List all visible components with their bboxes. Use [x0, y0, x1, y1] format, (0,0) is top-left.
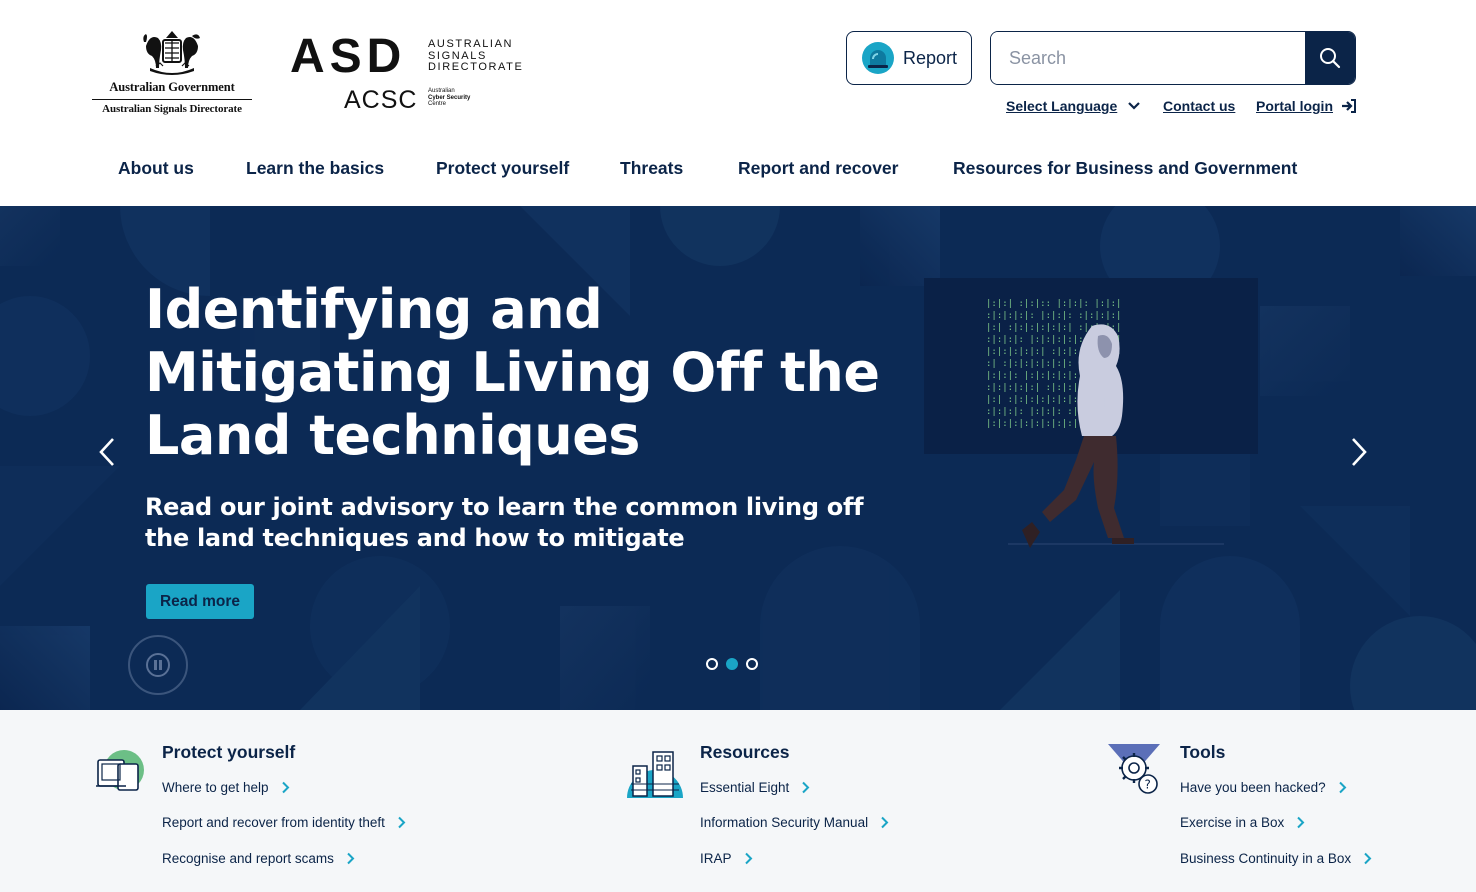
nav-resources-business-government[interactable]: Resources for Business and Government — [953, 158, 1297, 179]
quick-links-protect-yourself: Protect yourself Where to get help Repor… — [0, 710, 560, 892]
chevron-right-icon — [1352, 438, 1367, 466]
hero-title: Identifying and Mitigating Living Off th… — [145, 278, 880, 467]
acsc-fullname: Australian Cyber Security Centre — [428, 88, 488, 108]
carousel-dots — [706, 658, 766, 672]
quick-links-tools: ? Tools Have you been hacked? Exercise i… — [1040, 710, 1476, 892]
hooded-hacker-illustration: |:|:| :|:|:: |:|:|: |:|:| :|:|:|:|: |:|:… — [924, 278, 1258, 548]
quick-link-ism[interactable]: Information Security Manual — [700, 815, 889, 830]
carousel-dot-1[interactable] — [706, 658, 718, 670]
asd-fullname-line1: AUSTRALIAN — [428, 38, 514, 50]
nav-learn-the-basics[interactable]: Learn the basics — [246, 158, 384, 179]
carousel-pause-button[interactable] — [128, 635, 188, 695]
select-language-label: Select Language — [1006, 98, 1118, 114]
portal-login-link[interactable]: Portal login — [1256, 98, 1357, 114]
gov-logo-divider — [92, 99, 252, 100]
gov-logo-line2: Australian Signals Directorate — [102, 103, 242, 115]
asd-acsc-logo[interactable]: ASD AUSTRALIAN SIGNALS DIRECTORATE ACSC … — [290, 30, 530, 114]
quick-links: Protect yourself Where to get help Repor… — [0, 710, 1476, 892]
main-navigation: About us Learn the basics Protect yourse… — [118, 158, 1318, 184]
search-icon — [1320, 48, 1341, 69]
quick-link-label: Have you been hacked? — [1180, 780, 1326, 795]
siren-icon — [862, 42, 894, 74]
search-box — [990, 31, 1356, 85]
quick-link-recognise-scams[interactable]: Recognise and report scams — [162, 851, 355, 866]
buildings-icon — [627, 751, 683, 798]
portal-login-label: Portal login — [1256, 98, 1333, 114]
sign-in-icon — [1342, 99, 1356, 113]
quick-link-business-continuity[interactable]: Business Continuity in a Box — [1180, 851, 1372, 866]
quick-link-label: Recognise and report scams — [162, 851, 334, 866]
svg-text:?: ? — [1145, 778, 1151, 792]
carousel-next-button[interactable] — [1344, 434, 1374, 470]
chevron-right-icon — [802, 781, 810, 794]
report-button-label: Report — [903, 47, 958, 68]
quick-heading-protect-yourself: Protect yourself — [162, 742, 296, 762]
search-input[interactable] — [991, 32, 1305, 84]
nav-threats[interactable]: Threats — [620, 158, 683, 179]
quick-link-label: Where to get help — [162, 780, 269, 795]
acsc-wordmark: ACSC — [344, 86, 418, 114]
chevron-right-icon — [1338, 781, 1347, 794]
nav-report-and-recover[interactable]: Report and recover — [738, 158, 898, 179]
chevron-right-icon — [1364, 852, 1372, 865]
search-button[interactable] — [1305, 32, 1355, 84]
chevron-right-icon — [1297, 816, 1305, 829]
chevron-right-icon — [398, 816, 406, 829]
acsc-fullname-line3: Centre — [428, 101, 447, 107]
chevron-right-icon — [347, 852, 355, 865]
quick-link-irap[interactable]: IRAP — [700, 851, 753, 866]
svg-text:|:|:| :|:|:: |:|:|: |:|:|: |:|:| :|:|:: |:|:|: |:|:| — [986, 299, 1121, 309]
quick-link-label: IRAP — [700, 851, 732, 866]
quick-link-label: Business Continuity in a Box — [1180, 851, 1352, 866]
select-language-link[interactable]: Select Language — [1006, 98, 1141, 114]
contact-us-link[interactable]: Contact us — [1163, 98, 1235, 114]
quick-link-exercise-in-a-box[interactable]: Exercise in a Box — [1180, 815, 1305, 830]
hero-carousel: Identifying and Mitigating Living Off th… — [0, 206, 1476, 710]
hero-subtitle: Read our joint advisory to learn the com… — [145, 493, 864, 552]
quick-links-resources: Resources Essential Eight Information Se… — [560, 710, 1040, 892]
chevron-down-icon — [1128, 102, 1141, 110]
carousel-previous-button[interactable] — [92, 434, 122, 470]
nav-protect-yourself[interactable]: Protect yourself — [436, 158, 569, 179]
site-header: Australian Government Australian Signals… — [0, 0, 1476, 206]
asd-fullname-line3: DIRECTORATE — [428, 61, 524, 73]
svg-text::|:|:|:|: |:|:|: :|:|:|:|: :|:|:|:|: |:|:|: :|:|:|:| — [986, 311, 1121, 321]
nav-about-us[interactable]: About us — [118, 158, 194, 179]
chevron-left-icon — [99, 438, 114, 466]
coat-of-arms-icon — [143, 31, 200, 75]
chevron-right-icon — [881, 816, 889, 829]
quick-link-label: Exercise in a Box — [1180, 815, 1285, 830]
asd-fullname: AUSTRALIAN SIGNALS DIRECTORATE — [428, 38, 524, 74]
quick-heading-resources: Resources — [700, 742, 790, 762]
quick-link-have-you-been-hacked[interactable]: Have you been hacked? — [1180, 780, 1347, 795]
gov-logo-line1: Australian Government — [109, 80, 235, 94]
report-button[interactable]: Report — [846, 31, 972, 85]
quick-link-label: Essential Eight — [700, 780, 790, 795]
read-more-button[interactable]: Read more — [146, 584, 254, 619]
quick-link-label: Information Security Manual — [700, 815, 869, 830]
quick-link-where-to-get-help[interactable]: Where to get help — [162, 780, 290, 795]
quick-link-label: Report and recover from identity theft — [162, 815, 385, 830]
quick-heading-tools: Tools — [1180, 742, 1226, 762]
chevron-right-icon — [281, 781, 289, 794]
australian-government-logo[interactable]: Australian Government Australian Signals… — [90, 28, 254, 120]
chevron-right-icon — [744, 852, 752, 865]
quick-link-essential-eight[interactable]: Essential Eight — [700, 780, 810, 795]
quick-link-identity-theft[interactable]: Report and recover from identity theft — [162, 815, 406, 830]
utility-links: Select Language Contact us Portal login — [1006, 98, 1358, 118]
carousel-dot-3[interactable] — [746, 658, 758, 670]
devices-icon — [96, 750, 144, 791]
pause-icon — [146, 653, 170, 677]
carousel-dot-2[interactable] — [726, 658, 738, 670]
asd-wordmark: ASD — [290, 30, 407, 83]
gear-question-icon: ? — [1108, 744, 1160, 794]
